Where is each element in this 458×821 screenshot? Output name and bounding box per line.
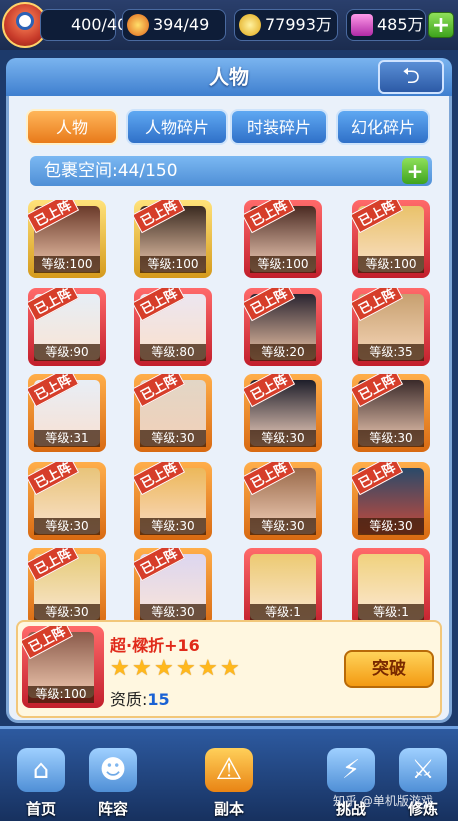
character-level: 等级:35	[358, 344, 424, 361]
character-card[interactable]: 等级:1	[244, 548, 322, 626]
watermark: 知乎 @单机版游戏	[333, 794, 433, 808]
character-level: 等级:1	[250, 604, 316, 621]
warning-icon: ⚠	[205, 748, 253, 792]
character-card[interactable]: 已上阵 等级:30	[134, 548, 212, 626]
character-level: 等级:90	[34, 344, 100, 361]
lightning-icon: ⚡	[327, 748, 375, 792]
character-level: 等级:30	[140, 430, 206, 447]
character-card[interactable]: 已上阵 等级:30	[244, 374, 322, 452]
sword-icon: ⚔	[399, 748, 447, 792]
character-card[interactable]: 等级:1	[352, 548, 430, 626]
expand-bag-button[interactable]: +	[402, 158, 428, 184]
tab-character-shards[interactable]: 人物碎片	[126, 109, 228, 145]
return-arrow-icon: ⮌	[402, 64, 420, 89]
nav-cultivate[interactable]: ⚔ 修炼	[388, 742, 458, 821]
character-level: 等级:30	[34, 604, 100, 621]
stamina-counter: 400/400	[40, 9, 137, 41]
character-level: 等级:30	[358, 518, 424, 535]
star-rating: ★ ★ ★ ★ ★ ★	[110, 658, 242, 680]
aptitude-label: 资质:	[110, 690, 148, 709]
character-card[interactable]: 已上阵 等级:30	[134, 462, 212, 540]
character-level: 等级:80	[140, 344, 206, 361]
character-card[interactable]: 已上阵 等级:30	[352, 462, 430, 540]
character-card[interactable]: 已上阵 等级:30	[28, 548, 106, 626]
team-icon: ☻	[89, 748, 137, 792]
character-card[interactable]: 已上阵 等级:100	[352, 200, 430, 278]
character-card[interactable]: 已上阵 等级:31	[28, 374, 106, 452]
nav-dungeon-label: 副本	[213, 800, 244, 818]
character-level: 等级:20	[250, 344, 316, 361]
character-card[interactable]: 已上阵 等级:20	[244, 288, 322, 366]
character-level: 等级:30	[140, 604, 206, 621]
star-icon: ★	[220, 656, 240, 681]
star-icon: ★	[198, 656, 218, 681]
energy-counter: 394/49	[122, 9, 226, 41]
bag-capacity: 包裹空间:44/150	[30, 156, 432, 186]
add-gems-button[interactable]: +	[428, 12, 454, 38]
breakthrough-button[interactable]: 突破	[344, 650, 434, 688]
star-icon: ★	[110, 656, 130, 681]
nav-home[interactable]: ⌂ 首页	[6, 742, 76, 821]
character-card[interactable]: 已上阵 等级:100	[134, 200, 212, 278]
character-level: 等级:100	[250, 256, 316, 273]
character-level: 等级:100	[28, 686, 94, 703]
back-button[interactable]: ⮌	[378, 60, 444, 94]
nav-home-label: 首页	[25, 800, 56, 818]
character-level: 等级:30	[140, 518, 206, 535]
nav-team-label: 阵容	[97, 800, 128, 818]
nav-dungeon[interactable]: ⚠ 副本	[194, 742, 264, 821]
character-card[interactable]: 已上阵 等级:35	[352, 288, 430, 366]
character-card[interactable]: 已上阵 等级:30	[134, 374, 212, 452]
coin-icon	[239, 14, 261, 36]
character-level: 等级:100	[140, 256, 206, 273]
star-icon: ★	[132, 656, 152, 681]
gem-icon	[351, 14, 373, 36]
character-card[interactable]: 已上阵 等级:90	[28, 288, 106, 366]
character-card[interactable]: 已上阵 等级:100	[244, 200, 322, 278]
star-icon: ★	[176, 656, 196, 681]
character-level: 等级:30	[250, 430, 316, 447]
nav-team[interactable]: ☻ 阵容	[78, 742, 148, 821]
tab-transform-shards[interactable]: 幻化碎片	[336, 109, 430, 145]
character-name: 超·樑折+16	[110, 636, 200, 655]
character-level: 等级:30	[34, 518, 100, 535]
character-level: 等级:100	[358, 256, 424, 273]
character-card[interactable]: 已上阵 等级:30	[28, 462, 106, 540]
nav-challenge[interactable]: ⚡ 挑战	[316, 742, 386, 821]
energy-value: 394/49	[153, 15, 210, 34]
gold-value: 77993万	[265, 15, 332, 34]
character-level: 等级:100	[34, 256, 100, 273]
pinwheel-icon	[127, 14, 149, 36]
tab-costume-shards[interactable]: 时装碎片	[230, 109, 328, 145]
star-icon: ★	[154, 656, 174, 681]
aptitude: 资质:15	[110, 686, 170, 710]
aptitude-value: 15	[147, 690, 170, 709]
gem-value: 485万	[377, 15, 424, 34]
character-level: 等级:30	[250, 518, 316, 535]
character-card[interactable]: 已上阵 等级:100	[28, 200, 106, 278]
character-card[interactable]: 已上阵 等级:30	[244, 462, 322, 540]
character-card[interactable]: 已上阵 等级:30	[352, 374, 430, 452]
character-level: 等级:1	[358, 604, 424, 621]
gem-counter: 485万	[346, 9, 426, 41]
character-level: 等级:30	[358, 430, 424, 447]
eye-icon	[16, 12, 34, 30]
character-level: 等级:31	[34, 430, 100, 447]
character-card[interactable]: 已上阵 等级:80	[134, 288, 212, 366]
selected-character-card: 已上阵 等级:100	[22, 626, 104, 708]
home-icon: ⌂	[17, 748, 65, 792]
tab-characters[interactable]: 人物	[26, 109, 118, 145]
gold-counter: 77993万	[234, 9, 338, 41]
